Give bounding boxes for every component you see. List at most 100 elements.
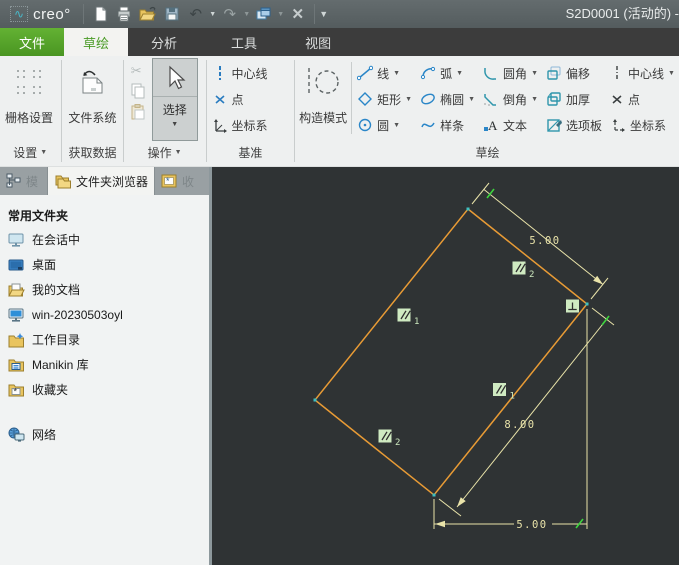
construction-mode-icon [305,61,341,103]
grid-settings-label: 栅格设置 [4,111,53,125]
dropdown-icon[interactable]: ▼ [405,96,412,103]
graphics-area[interactable]: 5.00 8.00 5.00 1 2 1 2 [212,167,679,565]
dropdown-icon[interactable]: ▼ [531,70,538,77]
palette-button[interactable]: 选项板 [542,112,606,138]
dropdown-icon[interactable]: ▼ [668,70,675,77]
settings-group-label[interactable]: 设置 ▼ [0,140,60,164]
circle-button[interactable]: 圆 ▼ [353,112,416,138]
dropdown-icon: ▼ [174,148,182,156]
save-button[interactable] [161,3,183,25]
fillet-button[interactable]: 圆角 ▼ [479,60,542,86]
tab-tools[interactable]: 工具 [212,28,276,56]
dropdown-icon[interactable]: ▼ [393,70,400,77]
sketch-point-button[interactable]: 点 [606,86,679,112]
datum-centerline-button[interactable]: 中心线 [208,60,294,86]
palette-icon [547,119,562,132]
group-get-data: 文件系统 获取数据 [63,56,121,166]
datum-group-label: 基准 [238,145,263,160]
rectangle-icon [358,92,373,106]
tab-analysis[interactable]: 分析 [132,28,196,56]
new-file-button[interactable] [89,3,111,25]
tab-sketch[interactable]: 草绘 [64,28,129,56]
tab-view[interactable]: 视图 [286,28,350,56]
tree-item-computer[interactable]: win-20230503oyl [8,302,209,327]
line-button[interactable]: 线 ▼ [353,60,416,86]
constraint-parallel-1b[interactable]: 1 [493,383,515,402]
dropdown-icon[interactable]: ▼ [531,96,538,103]
datum-point-button[interactable]: 点 [208,86,294,112]
operations-group-label[interactable]: 操作 ▼ [125,140,205,164]
separator [351,62,353,134]
constraint-perpendicular[interactable] [566,299,579,313]
chamfer-button[interactable]: 倒角 ▼ [479,86,542,112]
windows-button[interactable] [253,3,275,25]
open-button[interactable] [137,3,159,25]
tab-model-tree[interactable]: 模 [0,167,48,195]
windows-icon [256,7,271,20]
creo-logo-text: creo° [33,5,71,23]
arc-button[interactable]: 弧 ▼ [416,60,479,86]
dimension-bottom[interactable]: 5.00 [516,519,547,531]
tree-header: 常用文件夹 [8,208,69,223]
ribbon: 栅格设置 设置 ▼ 文件系统 获取数据 ✂ 选择 ▼ 操作 ▼ 中心线 点 坐标… [0,56,679,167]
undo-button[interactable]: ↶ [185,3,207,25]
close-window-button[interactable]: ✕ [287,3,309,25]
file-system-label: 文件系统 [68,111,117,125]
thicken-button[interactable]: 加厚 [542,86,606,112]
print-button[interactable] [113,3,135,25]
undo-icon: ↶ [189,6,203,23]
tree-item-my-documents[interactable]: 我的文档 [8,277,209,302]
point-icon [612,95,622,104]
redo-button[interactable]: ↷ [219,3,241,25]
constraint-parallel-2a[interactable]: 2 [512,261,535,281]
sketch-rectangle[interactable] [313,207,589,497]
constraint-subscript: 1 [414,317,419,327]
computer-icon [8,308,24,322]
toolbar-chevron-icon[interactable]: ▼ [319,9,329,19]
constraint-subscript: 1 [510,392,515,402]
open-folder-icon [139,6,157,21]
tree-item-manikin-library[interactable]: Manikin 库 [8,352,209,377]
construction-mode-button[interactable]: 构造模式 [296,58,350,126]
sketch-csys-button[interactable]: 坐标系 [606,112,679,138]
tab-file[interactable]: 文件 [0,28,65,56]
constraint-subscript: 2 [395,438,400,448]
tree-item-favorites[interactable]: * 收藏夹 [8,377,209,402]
constraint-parallel-1a[interactable]: 1 [397,308,420,328]
text-button[interactable]: A 文本 [479,112,542,138]
tree-item-in-session[interactable]: 在会话中 [8,227,209,252]
rectangle-button[interactable]: 矩形 ▼ [353,86,416,112]
spline-icon [421,122,435,128]
undo-dropdown-icon[interactable]: ▼ [208,11,218,18]
redo-icon: ↷ [223,6,237,23]
ellipse-button[interactable]: 椭圆 ▼ [416,86,479,112]
dimension-top[interactable]: 5.00 [529,235,560,247]
model-tree-icon [6,173,21,188]
redo-dropdown-icon: ▼ [243,10,251,18]
svg-text:*: * [14,386,18,396]
group-separator [122,60,124,162]
tab-folder-browser[interactable]: 文件夹浏览器 [48,167,155,195]
session-monitor-icon [8,233,24,247]
tree-item-desktop[interactable]: 桌面 [8,252,209,277]
select-button[interactable]: 选择 ▼ [151,58,198,141]
tree-item-working-directory[interactable]: 工作目录 [8,327,209,352]
dropdown-icon[interactable]: ▼ [468,96,475,103]
spline-button[interactable]: 样条 [416,112,479,138]
dimension-right[interactable]: 8.00 [504,419,535,431]
tab-favorites[interactable]: * 收 [155,167,209,195]
dropdown-icon[interactable]: ▼ [171,121,178,128]
constraint-parallel-2b[interactable]: 2 [378,429,401,449]
point-icon [214,95,225,104]
select-label: 选择 [162,103,187,117]
dropdown-icon: ▼ [40,148,48,156]
file-system-button[interactable]: 文件系统 [63,58,121,126]
dropdown-icon[interactable]: ▼ [456,70,463,77]
grid-settings-button[interactable]: 栅格设置 [0,58,58,126]
offset-button[interactable]: 偏移 [542,60,606,86]
tree-item-network[interactable]: 网络 [8,422,209,447]
datum-csys-button[interactable]: 坐标系 [208,112,294,138]
sketch-vertices[interactable] [313,207,589,497]
dropdown-icon[interactable]: ▼ [393,122,400,129]
sketch-centerline-button[interactable]: 中心线 ▼ [606,60,679,86]
